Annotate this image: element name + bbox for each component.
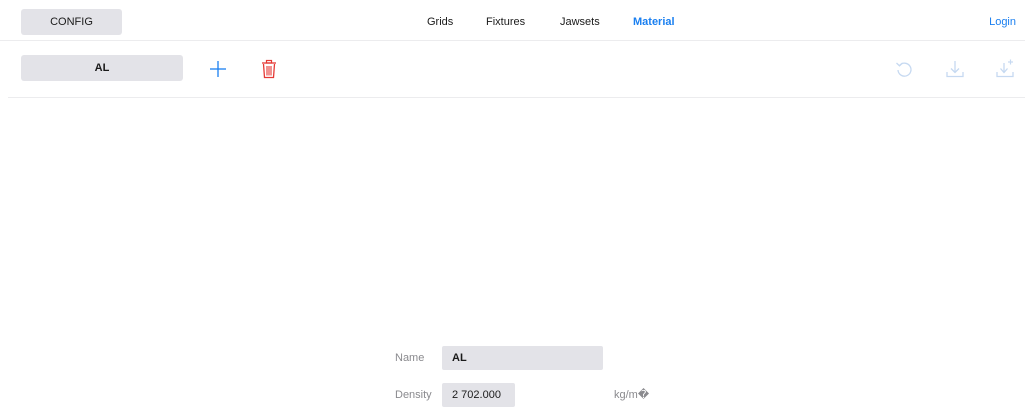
download-icon[interactable] [944,58,966,80]
density-row: Density 2 702.000 kg/m� [0,383,1025,407]
undo-icon[interactable] [893,58,915,80]
density-label: Density [395,389,432,401]
nav-tab-fixtures[interactable]: Fixtures [486,16,525,28]
nav-tab-grids[interactable]: Grids [427,16,453,28]
name-label: Name [395,352,425,364]
login-link[interactable]: Login [989,16,1016,28]
material-selector[interactable]: AL [21,55,183,81]
nav-tab-jawsets[interactable]: Jawsets [560,16,600,28]
material-toolbar: AL [8,41,1025,98]
density-unit: kg/m� [614,389,650,401]
config-button[interactable]: CONFIG [21,9,122,35]
density-field[interactable]: 2 702.000 [442,383,515,407]
top-bar: CONFIG Grids Fixtures Jawsets Material L… [0,0,1025,41]
download-new-icon[interactable] [994,58,1016,80]
nav-tab-material[interactable]: Material [633,16,675,28]
trash-icon[interactable] [258,58,280,80]
name-field[interactable]: AL [442,346,603,370]
name-row: Name AL [0,346,1025,370]
plus-icon[interactable] [207,58,229,80]
